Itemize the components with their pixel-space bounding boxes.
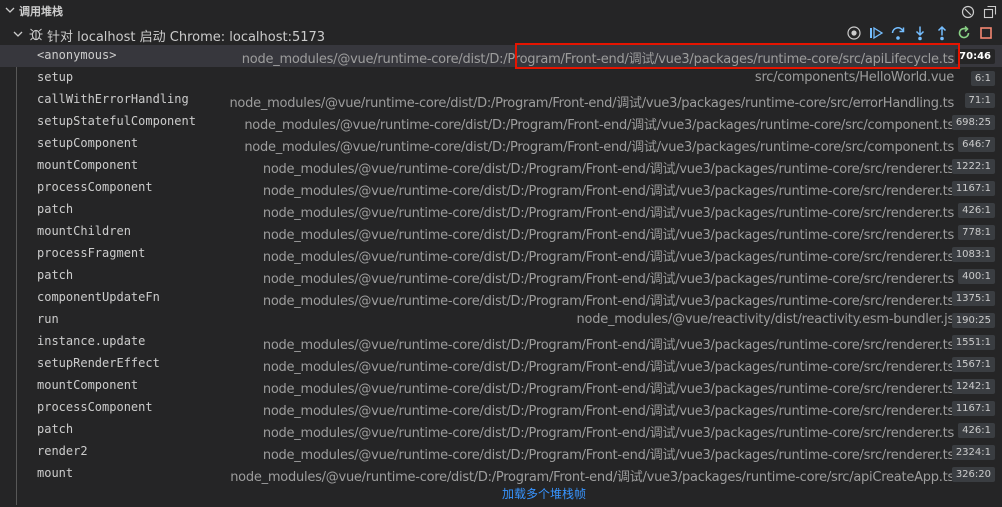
frame-function-name: patch (37, 422, 74, 436)
frame-source-path: node_modules/@vue/runtime-core/dist/D:/P… (262, 448, 954, 463)
stack-frame-row[interactable]: mountComponent node_modules/@vue/runtime-… (0, 155, 1002, 177)
frame-source-path: node_modules/@vue/runtime-core/dist/D:/P… (262, 338, 954, 353)
step-over-icon[interactable] (890, 25, 906, 41)
chevron-down-icon[interactable] (12, 28, 24, 40)
frame-line-column-badge: 326:20 (951, 467, 995, 482)
record-icon[interactable] (846, 25, 862, 41)
stack-frame-row[interactable]: run node_modules/@vue/reactivity/dist/rea… (0, 309, 1002, 331)
frame-line-column-badge: 70:46 (955, 49, 995, 64)
frame-line-column-badge: 1375:1 (951, 291, 995, 306)
stack-frame-row[interactable]: mountChildren node_modules/@vue/runtime-c… (0, 221, 1002, 243)
section-title: 调用堆栈 (19, 5, 63, 18)
frame-line-column-badge: 1222:1 (951, 159, 995, 174)
frame-function-name: processComponent (37, 400, 153, 414)
stack-frame-row[interactable]: render2 node_modules/@vue/runtime-core/di… (0, 441, 1002, 463)
stack-frame-row[interactable]: callWithErrorHandling node_modules/@vue/r… (0, 89, 1002, 111)
frame-function-name: render2 (37, 444, 88, 458)
stack-frame-row[interactable]: setup src/components/HelloWorld.vue 6:1 (0, 67, 1002, 89)
stack-frame-row[interactable]: setupStatefulComponent node_modules/@vue/… (0, 111, 1002, 133)
frame-line-column-badge: 698:25 (951, 115, 995, 130)
step-out-icon[interactable] (934, 25, 950, 41)
frame-source-path: node_modules/@vue/runtime-core/dist/D:/P… (262, 250, 954, 265)
continue-icon[interactable] (868, 25, 884, 41)
frame-source-path: node_modules/@vue/runtime-core/dist/D:/P… (262, 360, 954, 375)
call-stack-header[interactable]: 调用堆栈 (0, 0, 1002, 22)
stack-frame-row[interactable]: processFragment node_modules/@vue/runtime… (0, 243, 1002, 265)
frame-source-path: node_modules/@vue/runtime-core/dist/D:/P… (262, 272, 954, 287)
frame-source-path: node_modules/@vue/runtime-core/dist/D:/P… (262, 294, 954, 309)
stop-icon[interactable] (978, 25, 994, 41)
collapse-all-icon[interactable] (983, 5, 997, 19)
frame-function-name: <anonymous> (37, 48, 117, 62)
frame-function-name: componentUpdateFn (37, 290, 160, 304)
frame-function-name: instance.update (37, 334, 146, 348)
stack-frame-row[interactable]: mount node_modules/@vue/runtime-core/dist… (0, 463, 1002, 485)
frame-source-path: node_modules/@vue/runtime-core/dist/D:/P… (262, 162, 954, 177)
frame-line-column-badge: 646:7 (958, 137, 995, 152)
stack-frame-row[interactable]: setupRenderEffect node_modules/@vue/runti… (0, 353, 1002, 375)
frame-line-column-badge: 1551:1 (951, 335, 995, 350)
frame-function-name: setup (37, 70, 74, 84)
frame-function-name: setupStatefulComponent (37, 114, 196, 128)
frame-source-path: node_modules/@vue/reactivity/dist/reacti… (576, 312, 955, 327)
frame-line-column-badge: 426:1 (958, 203, 995, 218)
frame-function-name: setupRenderEffect (37, 356, 160, 370)
frame-source-path: node_modules/@vue/runtime-core/dist/D:/P… (229, 96, 954, 111)
frame-function-name: processFragment (37, 246, 146, 260)
frame-source-path: node_modules/@vue/runtime-core/dist/D:/P… (241, 52, 955, 67)
frame-source-path: node_modules/@vue/runtime-core/dist/D:/P… (262, 206, 954, 221)
debug-toolbar (846, 25, 994, 43)
stack-frame-row[interactable]: processComponent node_modules/@vue/runtim… (0, 177, 1002, 199)
frame-line-column-badge: 400:1 (958, 269, 995, 284)
frame-line-column-badge: 426:1 (958, 423, 995, 438)
stack-frame-row[interactable]: patch node_modules/@vue/runtime-core/dist… (0, 199, 1002, 221)
debug-session-row[interactable]: 针对 localhost 启动 Chrome: localhost:5173 (0, 23, 1002, 45)
restart-icon[interactable] (956, 25, 972, 41)
frame-source-path: node_modules/@vue/runtime-core/dist/D:/P… (230, 470, 954, 485)
stack-frame-row[interactable]: <anonymous> node_modules/@vue/runtime-cor… (0, 45, 1002, 67)
frame-source-path: node_modules/@vue/runtime-core/dist/D:/P… (262, 382, 954, 397)
frame-function-name: setupComponent (37, 136, 139, 150)
frame-line-column-badge: 1167:1 (951, 181, 995, 196)
frame-function-name: patch (37, 268, 74, 282)
frame-line-column-badge: 6:1 (970, 71, 995, 86)
frame-source-path: node_modules/@vue/runtime-core/dist/D:/P… (262, 184, 954, 199)
frame-line-column-badge: 1567:1 (951, 357, 995, 372)
frame-source-path: node_modules/@vue/runtime-core/dist/D:/P… (262, 404, 954, 419)
session-label: 针对 localhost 启动 Chrome: localhost:5173 (47, 30, 326, 45)
clear-all-icon[interactable] (961, 5, 975, 19)
frame-line-column-badge: 2324:1 (951, 445, 995, 460)
frame-function-name: patch (37, 202, 74, 216)
load-more-frames-link[interactable]: 加载多个堆栈帧 (43, 485, 1002, 502)
frame-line-column-badge: 190:25 (951, 313, 995, 328)
stack-frame-row[interactable]: instance.update node_modules/@vue/runtime… (0, 331, 1002, 353)
frame-source-path: node_modules/@vue/runtime-core/dist/D:/P… (262, 426, 954, 441)
stack-frame-row[interactable]: mountComponent node_modules/@vue/runtime-… (0, 375, 1002, 397)
frame-source-path: src/components/HelloWorld.vue (754, 70, 954, 85)
stack-frame-row[interactable]: processComponent node_modules/@vue/runtim… (0, 397, 1002, 419)
frame-function-name: run (37, 312, 59, 326)
frame-function-name: mountComponent (37, 158, 139, 172)
frame-line-column-badge: 1242:1 (951, 379, 995, 394)
frame-function-name: callWithErrorHandling (37, 92, 189, 106)
stack-frame-row[interactable]: setupComponent node_modules/@vue/runtime-… (0, 133, 1002, 155)
frame-function-name: mountComponent (37, 378, 139, 392)
frame-line-column-badge: 1167:1 (951, 401, 995, 416)
chevron-down-icon[interactable] (4, 4, 16, 16)
debug-icon (29, 28, 43, 41)
stack-frame-row[interactable]: patch node_modules/@vue/runtime-core/dist… (0, 265, 1002, 287)
frame-line-column-badge: 71:1 (964, 93, 995, 108)
frame-function-name: mountChildren (37, 224, 131, 238)
frame-function-name: processComponent (37, 180, 153, 194)
frame-source-path: node_modules/@vue/runtime-core/dist/D:/P… (244, 140, 954, 155)
frame-source-path: node_modules/@vue/runtime-core/dist/D:/P… (262, 228, 954, 243)
stack-frame-row[interactable]: componentUpdateFn node_modules/@vue/runti… (0, 287, 1002, 309)
step-into-icon[interactable] (912, 25, 928, 41)
frame-source-path: node_modules/@vue/runtime-core/dist/D:/P… (244, 118, 954, 133)
frame-function-name: mount (37, 466, 74, 480)
frame-line-column-badge: 778:1 (958, 225, 995, 240)
stack-frame-row[interactable]: patch node_modules/@vue/runtime-core/dist… (0, 419, 1002, 441)
frame-line-column-badge: 1083:1 (951, 247, 995, 262)
